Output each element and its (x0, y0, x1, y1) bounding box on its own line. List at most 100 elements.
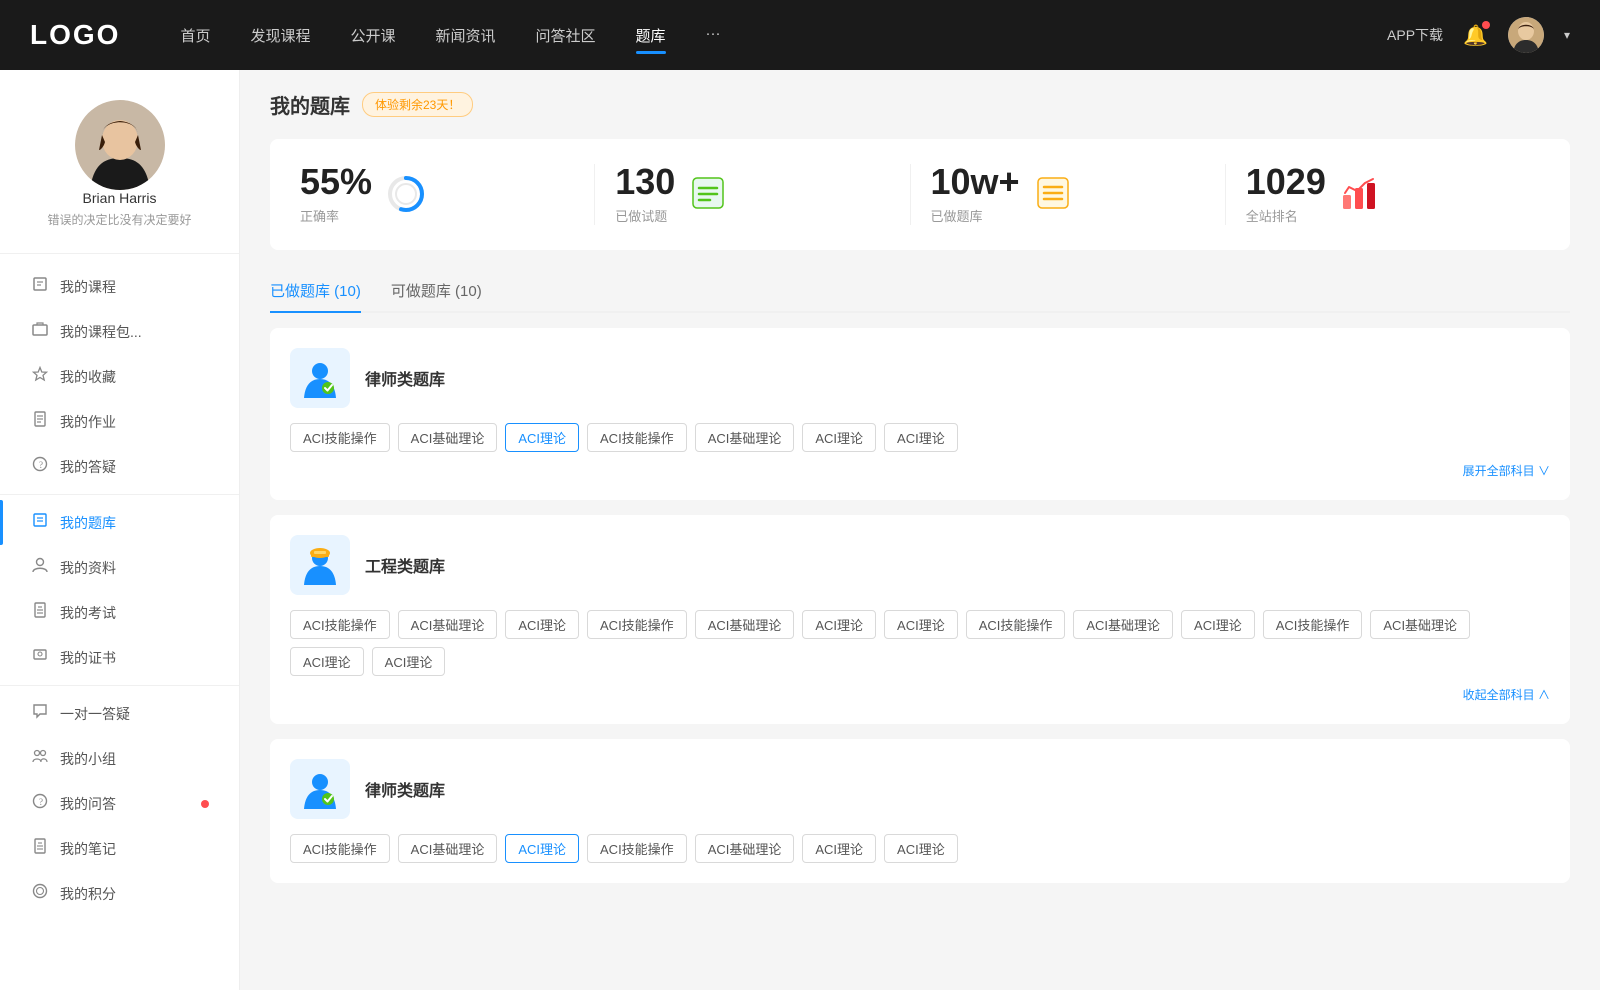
qbank-card-lawyer-2: 律师类题库 ACI技能操作 ACI基础理论 ACI理论 ACI技能操作 ACI基… (270, 739, 1570, 883)
sidebar-username: Brian Harris (83, 190, 157, 206)
collapse-toggle-2[interactable]: 收起全部科目 ∧ (1463, 688, 1550, 702)
svg-text:?: ? (39, 460, 43, 470)
qbank-header-3: 律师类题库 (290, 759, 1550, 819)
qbank-footer-2: 收起全部科目 ∧ (290, 686, 1550, 704)
app-download-button[interactable]: APP下载 (1387, 25, 1443, 45)
stat-done-banks-text: 10w+ 已做题库 (931, 164, 1020, 225)
expand-toggle-1[interactable]: 展开全部科目 ∨ (1463, 464, 1550, 478)
nav-qbank[interactable]: 题库 (636, 25, 666, 46)
nav-qa[interactable]: 问答社区 (536, 25, 596, 46)
sidebar-item-1on1[interactable]: 一对一答疑 (0, 691, 239, 736)
nav-open-course[interactable]: 公开课 (350, 25, 395, 46)
sidebar-item-exam[interactable]: 我的考试 (0, 590, 239, 635)
qbank-tag[interactable]: ACI基础理论 (695, 834, 795, 863)
qbank-tag[interactable]: ACI技能操作 (1263, 610, 1363, 639)
qbank-tag[interactable]: ACI理论 (290, 647, 364, 676)
qbank-tag[interactable]: ACI技能操作 (290, 834, 390, 863)
qbank-tag[interactable]: ACI基础理论 (398, 834, 498, 863)
qbank-tag[interactable]: ACI基础理论 (1370, 610, 1470, 639)
qbank-tag[interactable]: ACI基础理论 (398, 423, 498, 452)
sidebar-item-course-package[interactable]: 我的课程包... (0, 309, 239, 354)
sidebar-item-label: 我的小组 (60, 749, 209, 769)
sidebar-item-my-course[interactable]: 我的课程 (0, 264, 239, 309)
user-avatar[interactable] (1508, 17, 1544, 53)
qbank-title-1: 律师类题库 (365, 366, 445, 390)
qbank-tag[interactable]: ACI理论 (505, 610, 579, 639)
accuracy-pie-icon (387, 175, 427, 215)
qbank-icon-lawyer-2 (290, 759, 350, 819)
qbank-tag[interactable]: ACI理论 (802, 423, 876, 452)
qbank-tag[interactable]: ACI理论 (802, 834, 876, 863)
qbank-tag[interactable]: ACI基础理论 (695, 423, 795, 452)
qbank-tag-active[interactable]: ACI理论 (505, 423, 579, 452)
qbank-tag[interactable]: ACI理论 (884, 834, 958, 863)
question-icon: ? (30, 456, 50, 477)
stat-rank: 1029 全站排名 (1226, 164, 1540, 225)
qa-badge (201, 800, 209, 808)
done-banks-icon (1035, 175, 1075, 215)
nav-news[interactable]: 新闻资讯 (436, 25, 496, 46)
qbank-icon-lawyer-1 (290, 348, 350, 408)
qbank-icon-engineer (290, 535, 350, 595)
tabs: 已做题库 (10) 可做题库 (10) (270, 270, 1570, 313)
stat-rank-number: 1029 (1246, 164, 1326, 200)
sidebar-item-notes[interactable]: 我的笔记 (0, 826, 239, 871)
stat-done-questions: 130 已做试题 (595, 164, 910, 225)
notification-bell[interactable]: 🔔 (1463, 23, 1488, 48)
qbank-tag[interactable]: ACI技能操作 (587, 834, 687, 863)
sidebar-item-label: 我的题库 (60, 513, 209, 533)
profile-icon (30, 557, 50, 578)
sidebar-item-certificate[interactable]: 我的证书 (0, 635, 239, 680)
stat-rank-label: 全站排名 (1246, 206, 1326, 225)
qbank-tag[interactable]: ACI技能操作 (290, 610, 390, 639)
qbank-tag[interactable]: ACI技能操作 (290, 423, 390, 452)
nav-home[interactable]: 首页 (180, 25, 210, 46)
tab-done-banks[interactable]: 已做题库 (10) (270, 270, 361, 313)
course-icon (30, 276, 50, 297)
avatar (75, 100, 165, 190)
qbank-tag[interactable]: ACI理论 (1181, 610, 1255, 639)
qbank-tag[interactable]: ACI基础理论 (1073, 610, 1173, 639)
sidebar-menu: 我的课程 我的课程包... 我的收藏 我的作业 (0, 259, 239, 921)
qbank-tag[interactable]: ACI理论 (372, 647, 446, 676)
qbank-tag[interactable]: ACI技能操作 (587, 610, 687, 639)
sidebar-item-homework[interactable]: 我的作业 (0, 399, 239, 444)
rank-icon (1341, 175, 1381, 215)
user-menu-chevron[interactable]: ▾ (1564, 28, 1570, 42)
notes-icon (30, 838, 50, 859)
star-icon (30, 366, 50, 387)
sidebar-item-profile[interactable]: 我的资料 (0, 545, 239, 590)
main-content: 我的题库 体验剩余23天！ 55% 正确率 (240, 70, 1600, 990)
qbank-card-lawyer-1: 律师类题库 ACI技能操作 ACI基础理论 ACI理论 ACI技能操作 ACI基… (270, 328, 1570, 500)
qbank-tag[interactable]: ACI理论 (802, 610, 876, 639)
stat-done-banks: 10w+ 已做题库 (911, 164, 1226, 225)
sidebar: Brian Harris 错误的决定比没有决定要好 我的课程 我的课程包... (0, 70, 240, 990)
nav-discover[interactable]: 发现课程 (250, 25, 310, 46)
sidebar-item-favorites[interactable]: 我的收藏 (0, 354, 239, 399)
qbank-tag[interactable]: ACI理论 (884, 423, 958, 452)
logo[interactable]: LOGO (30, 19, 120, 51)
qbank-tag-active[interactable]: ACI理论 (505, 834, 579, 863)
sidebar-item-label: 我的收藏 (60, 367, 209, 387)
trial-badge: 体验剩余23天！ (362, 92, 473, 117)
sidebar-item-label: 我的证书 (60, 648, 209, 668)
stat-done-number: 130 (615, 164, 675, 200)
qbank-tag[interactable]: ACI基础理论 (398, 610, 498, 639)
stat-banks-number: 10w+ (931, 164, 1020, 200)
nav-more[interactable]: ··· (706, 25, 721, 46)
page-header: 我的题库 体验剩余23天！ (270, 90, 1570, 119)
sidebar-divider-top (0, 253, 239, 254)
qbank-tag[interactable]: ACI基础理论 (695, 610, 795, 639)
sidebar-item-myqa[interactable]: ? 我的问答 (0, 781, 239, 826)
qbank-tag[interactable]: ACI理论 (884, 610, 958, 639)
navbar: LOGO 首页 发现课程 公开课 新闻资讯 问答社区 题库 ··· APP下载 … (0, 0, 1600, 70)
stat-rank-text: 1029 全站排名 (1246, 164, 1326, 225)
qbank-tag[interactable]: ACI技能操作 (966, 610, 1066, 639)
sidebar-item-points[interactable]: 我的积分 (0, 871, 239, 916)
sidebar-item-questions[interactable]: ? 我的答疑 (0, 444, 239, 489)
sidebar-item-group[interactable]: 我的小组 (0, 736, 239, 781)
qbank-tag[interactable]: ACI技能操作 (587, 423, 687, 452)
sidebar-item-qbank[interactable]: 我的题库 (0, 500, 239, 545)
qbank-header-2: 工程类题库 (290, 535, 1550, 595)
tab-available-banks[interactable]: 可做题库 (10) (391, 270, 482, 313)
